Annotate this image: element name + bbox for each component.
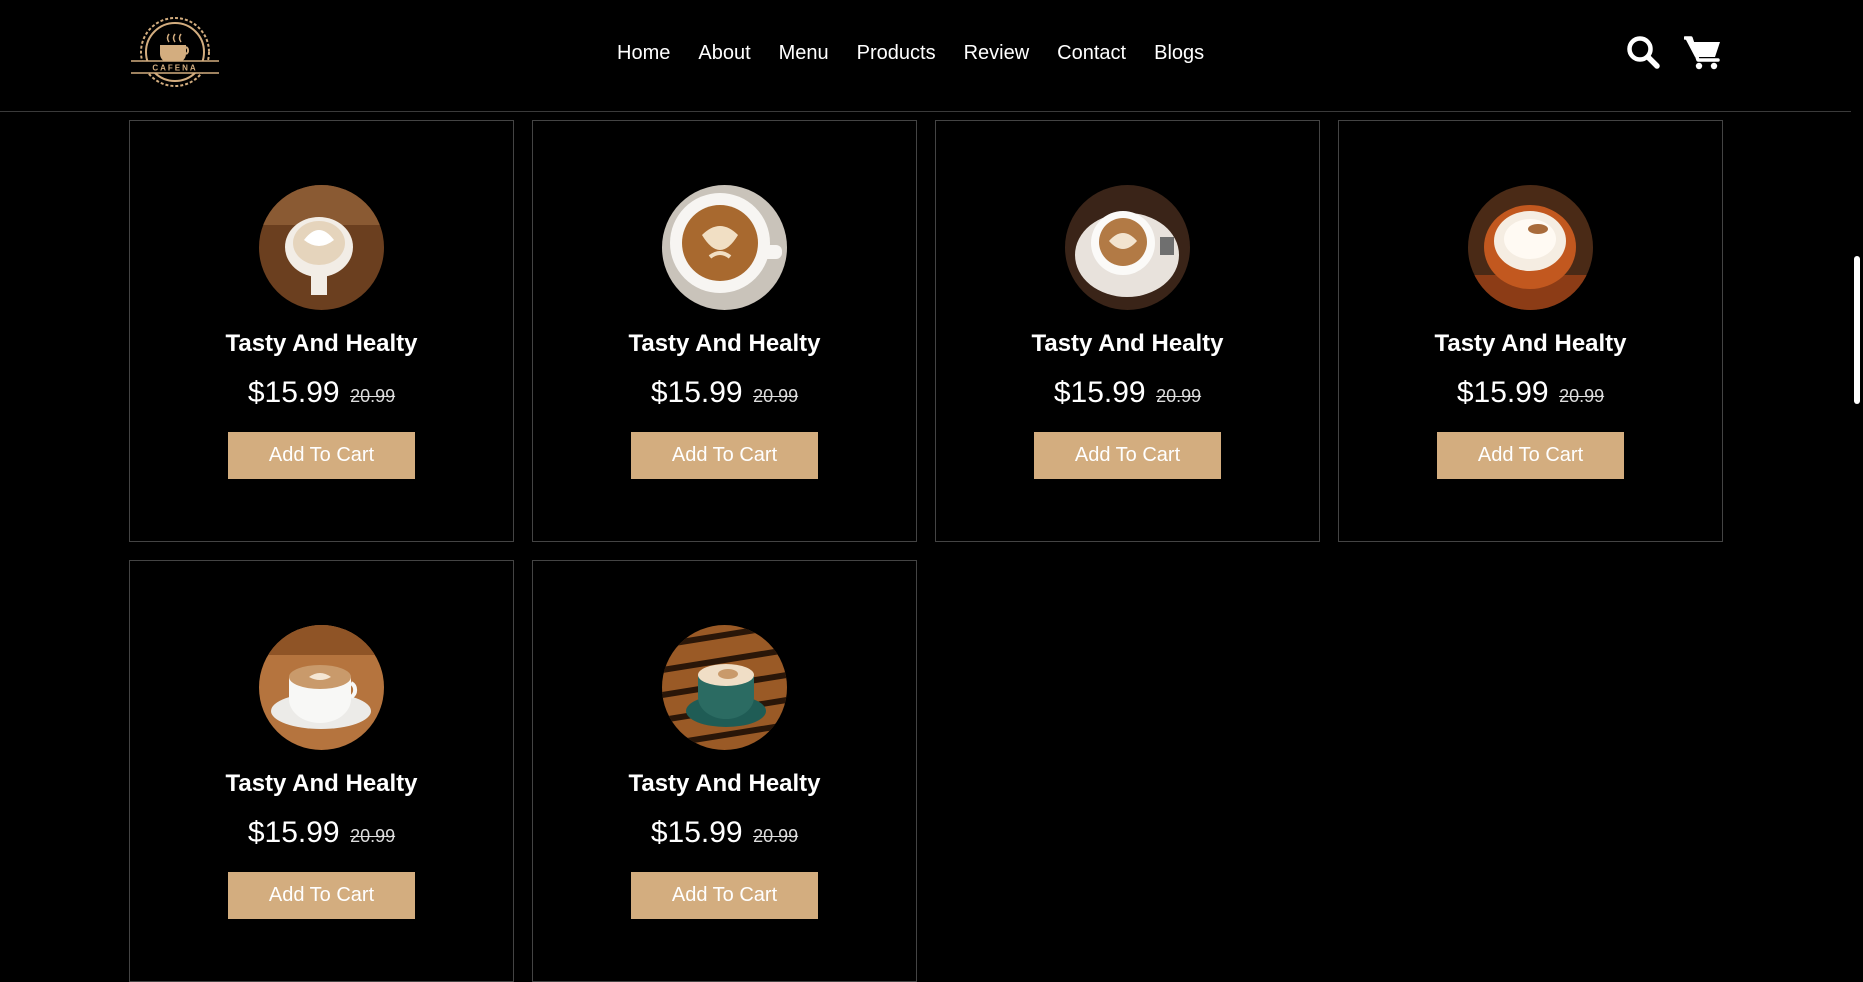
price-row: $15.99 20.99 [130, 815, 513, 851]
product-name: Tasty And Healty [225, 770, 418, 797]
add-to-cart-button[interactable]: Add To Cart [1034, 432, 1221, 479]
cafena-logo[interactable]: CAFENA [129, 14, 221, 90]
page-scrollbar[interactable] [1851, 0, 1863, 925]
price-row: $15.99 20.99 [1339, 375, 1722, 411]
product-old-price: 20.99 [1559, 386, 1605, 406]
product-card: Tasty And Healty $15.99 20.99 Add To Car… [129, 560, 514, 982]
product-card: Tasty And Healty $15.99 20.99 Add To Car… [1338, 120, 1723, 542]
cart-icon [1684, 36, 1720, 70]
product-image [259, 625, 384, 750]
product-image [662, 185, 787, 310]
product-card: Tasty And Healty $15.99 20.99 Add To Car… [129, 120, 514, 542]
product-old-price: 20.99 [350, 386, 396, 406]
add-to-cart-button[interactable]: Add To Cart [631, 872, 818, 919]
product-image [259, 185, 384, 310]
product-price: $15.99 [650, 376, 743, 409]
cart-button[interactable] [1684, 34, 1722, 70]
main-nav: Home About Menu Products Review Contact … [617, 40, 1204, 66]
nav-item-products[interactable]: Products [857, 40, 936, 66]
product-image [662, 625, 787, 750]
search-button[interactable] [1624, 34, 1662, 70]
product-price: $15.99 [650, 816, 743, 849]
product-card: Tasty And Healty $15.99 20.99 Add To Car… [532, 120, 917, 542]
product-price: $15.99 [1053, 376, 1146, 409]
product-name: Tasty And Healty [628, 770, 821, 797]
product-card: Tasty And Healty $15.99 20.99 Add To Car… [532, 560, 917, 982]
product-old-price: 20.99 [753, 386, 799, 406]
product-old-price: 20.99 [350, 826, 396, 846]
add-to-cart-button[interactable]: Add To Cart [1437, 432, 1624, 479]
price-row: $15.99 20.99 [533, 815, 916, 851]
product-name: Tasty And Healty [628, 330, 821, 357]
product-price: $15.99 [247, 816, 340, 849]
product-old-price: 20.99 [753, 826, 799, 846]
price-row: $15.99 20.99 [130, 375, 513, 411]
add-to-cart-button[interactable]: Add To Cart [631, 432, 818, 479]
product-price: $15.99 [247, 376, 340, 409]
price-row: $15.99 20.99 [936, 375, 1319, 411]
product-card: Tasty And Healty $15.99 20.99 Add To Car… [935, 120, 1320, 542]
product-image [1468, 185, 1593, 310]
nav-item-home[interactable]: Home [617, 40, 670, 66]
logo-wordmark: CAFENA [152, 64, 197, 73]
search-icon [1627, 36, 1660, 69]
add-to-cart-button[interactable]: Add To Cart [228, 432, 415, 479]
logo-icon: CAFENA [131, 17, 219, 87]
nav-item-contact[interactable]: Contact [1057, 40, 1126, 66]
nav-item-review[interactable]: Review [964, 40, 1030, 66]
scrollbar-thumb[interactable] [1854, 256, 1860, 404]
nav-item-blogs[interactable]: Blogs [1154, 40, 1204, 66]
product-price: $15.99 [1456, 376, 1549, 409]
nav-item-menu[interactable]: Menu [779, 40, 829, 66]
product-name: Tasty And Healty [1031, 330, 1224, 357]
product-image [1065, 185, 1190, 310]
add-to-cart-button[interactable]: Add To Cart [228, 872, 415, 919]
product-name: Tasty And Healty [225, 330, 418, 357]
nav-item-about[interactable]: About [698, 40, 750, 66]
site-header: CAFENA Home About Menu Products Review C… [0, 0, 1851, 112]
price-row: $15.99 20.99 [533, 375, 916, 411]
product-name: Tasty And Healty [1434, 330, 1627, 357]
product-old-price: 20.99 [1156, 386, 1202, 406]
